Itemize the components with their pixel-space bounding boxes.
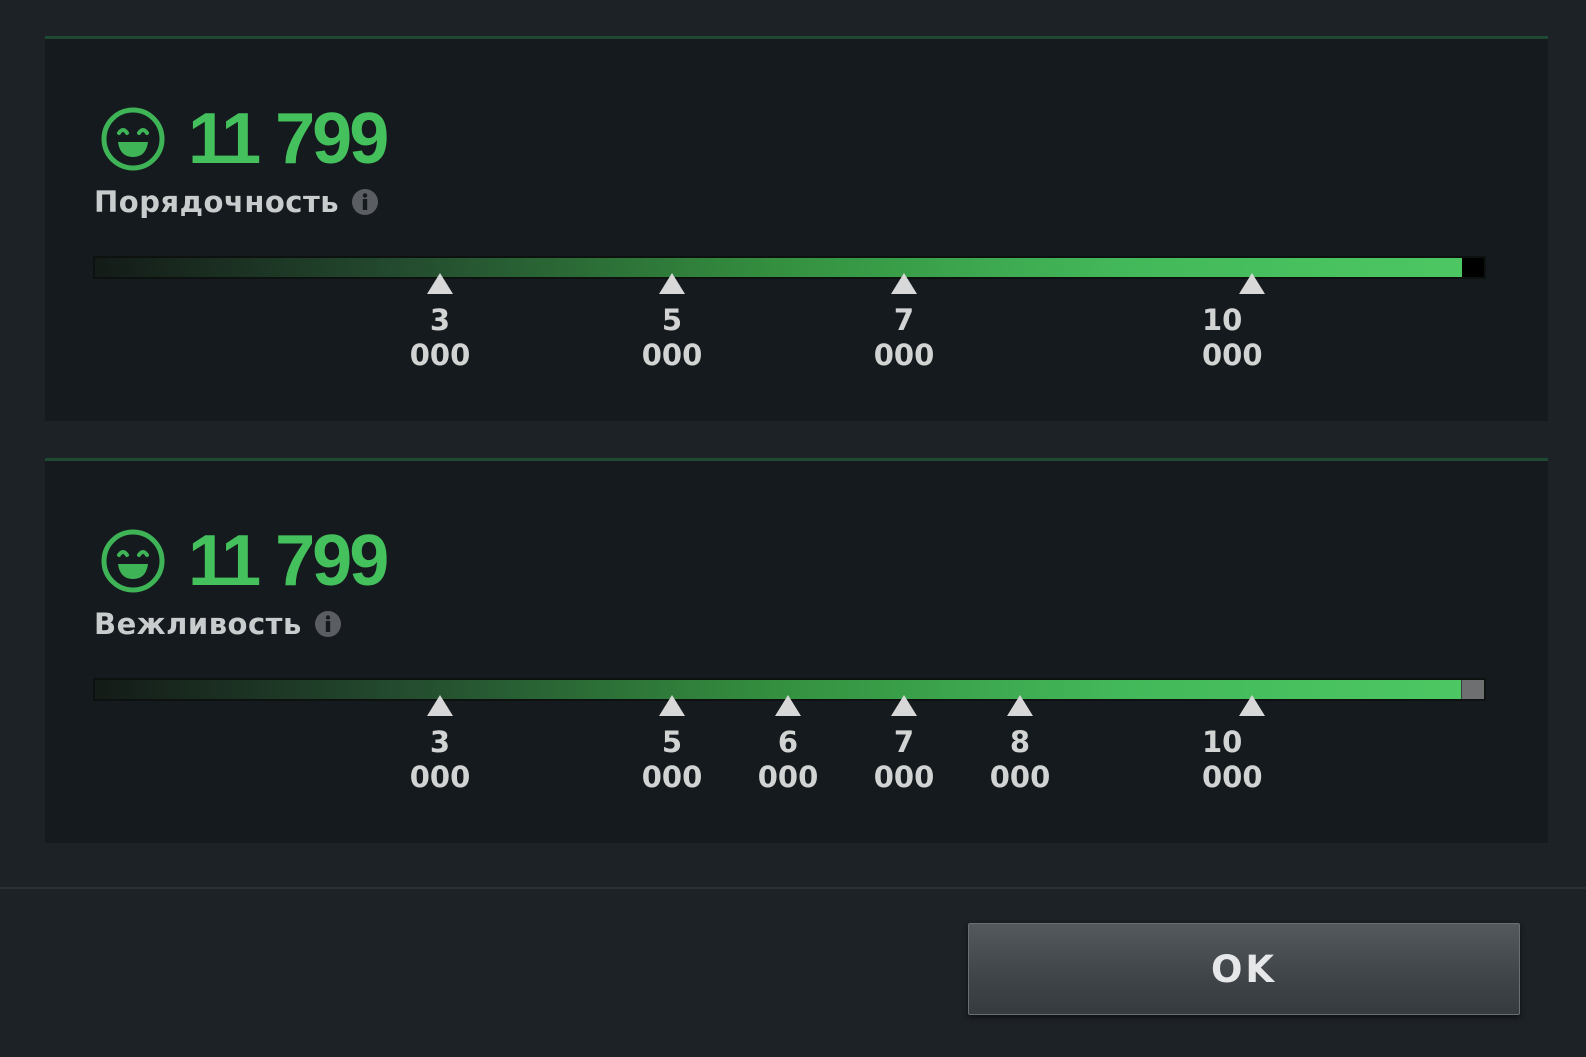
tick-label: 10 000 [1202, 725, 1263, 794]
smiley-face-icon [101, 529, 165, 593]
tick-arrow-icon [427, 695, 453, 716]
tick-label: 3 000 [409, 303, 471, 372]
info-icon[interactable] [314, 610, 342, 638]
tick-label: 6 000 [757, 725, 819, 794]
tick-arrow-icon [1239, 273, 1265, 294]
tick-arrow-icon [659, 273, 685, 294]
label-row: Порядочность [94, 185, 379, 219]
decency-score: 11 799 [188, 99, 389, 179]
ok-button[interactable]: OK [968, 923, 1520, 1015]
smiley-face-icon [101, 107, 165, 171]
tick-arrow-icon [1007, 695, 1033, 716]
politeness-score: 11 799 [188, 521, 389, 601]
tick-arrow-icon [775, 695, 801, 716]
footer-divider [0, 887, 1586, 889]
tick-label: 8 000 [989, 725, 1051, 794]
ok-button-label: OK [1210, 947, 1278, 991]
tick-arrow-icon [891, 695, 917, 716]
tick-arrow-icon [659, 695, 685, 716]
progress-end-cap [1461, 680, 1484, 699]
progress-end-cap [1462, 258, 1484, 277]
tick-label: 7 000 [873, 725, 935, 794]
conduct-panel-decency: 11 799 Порядочность 3 000 5 000 7 000 10… [45, 36, 1548, 421]
info-icon[interactable] [351, 188, 379, 216]
tick-label: 3 000 [409, 725, 471, 794]
tick-label: 7 000 [873, 303, 935, 372]
score-row: 11 799 [100, 99, 389, 179]
score-row: 11 799 [100, 521, 389, 601]
label-row: Вежливость [94, 607, 342, 641]
politeness-label: Вежливость [94, 607, 302, 641]
decency-label: Порядочность [94, 185, 340, 219]
tick-arrow-icon [1239, 695, 1265, 716]
decency-progress-bar [93, 256, 1486, 279]
tick-arrow-icon [427, 273, 453, 294]
tick-label: 5 000 [641, 303, 703, 372]
conduct-panel-politeness: 11 799 Вежливость 3 000 5 000 6 000 7 00… [45, 458, 1548, 843]
tick-arrow-icon [891, 273, 917, 294]
tick-label: 5 000 [641, 725, 703, 794]
tick-label: 10 000 [1202, 303, 1263, 372]
